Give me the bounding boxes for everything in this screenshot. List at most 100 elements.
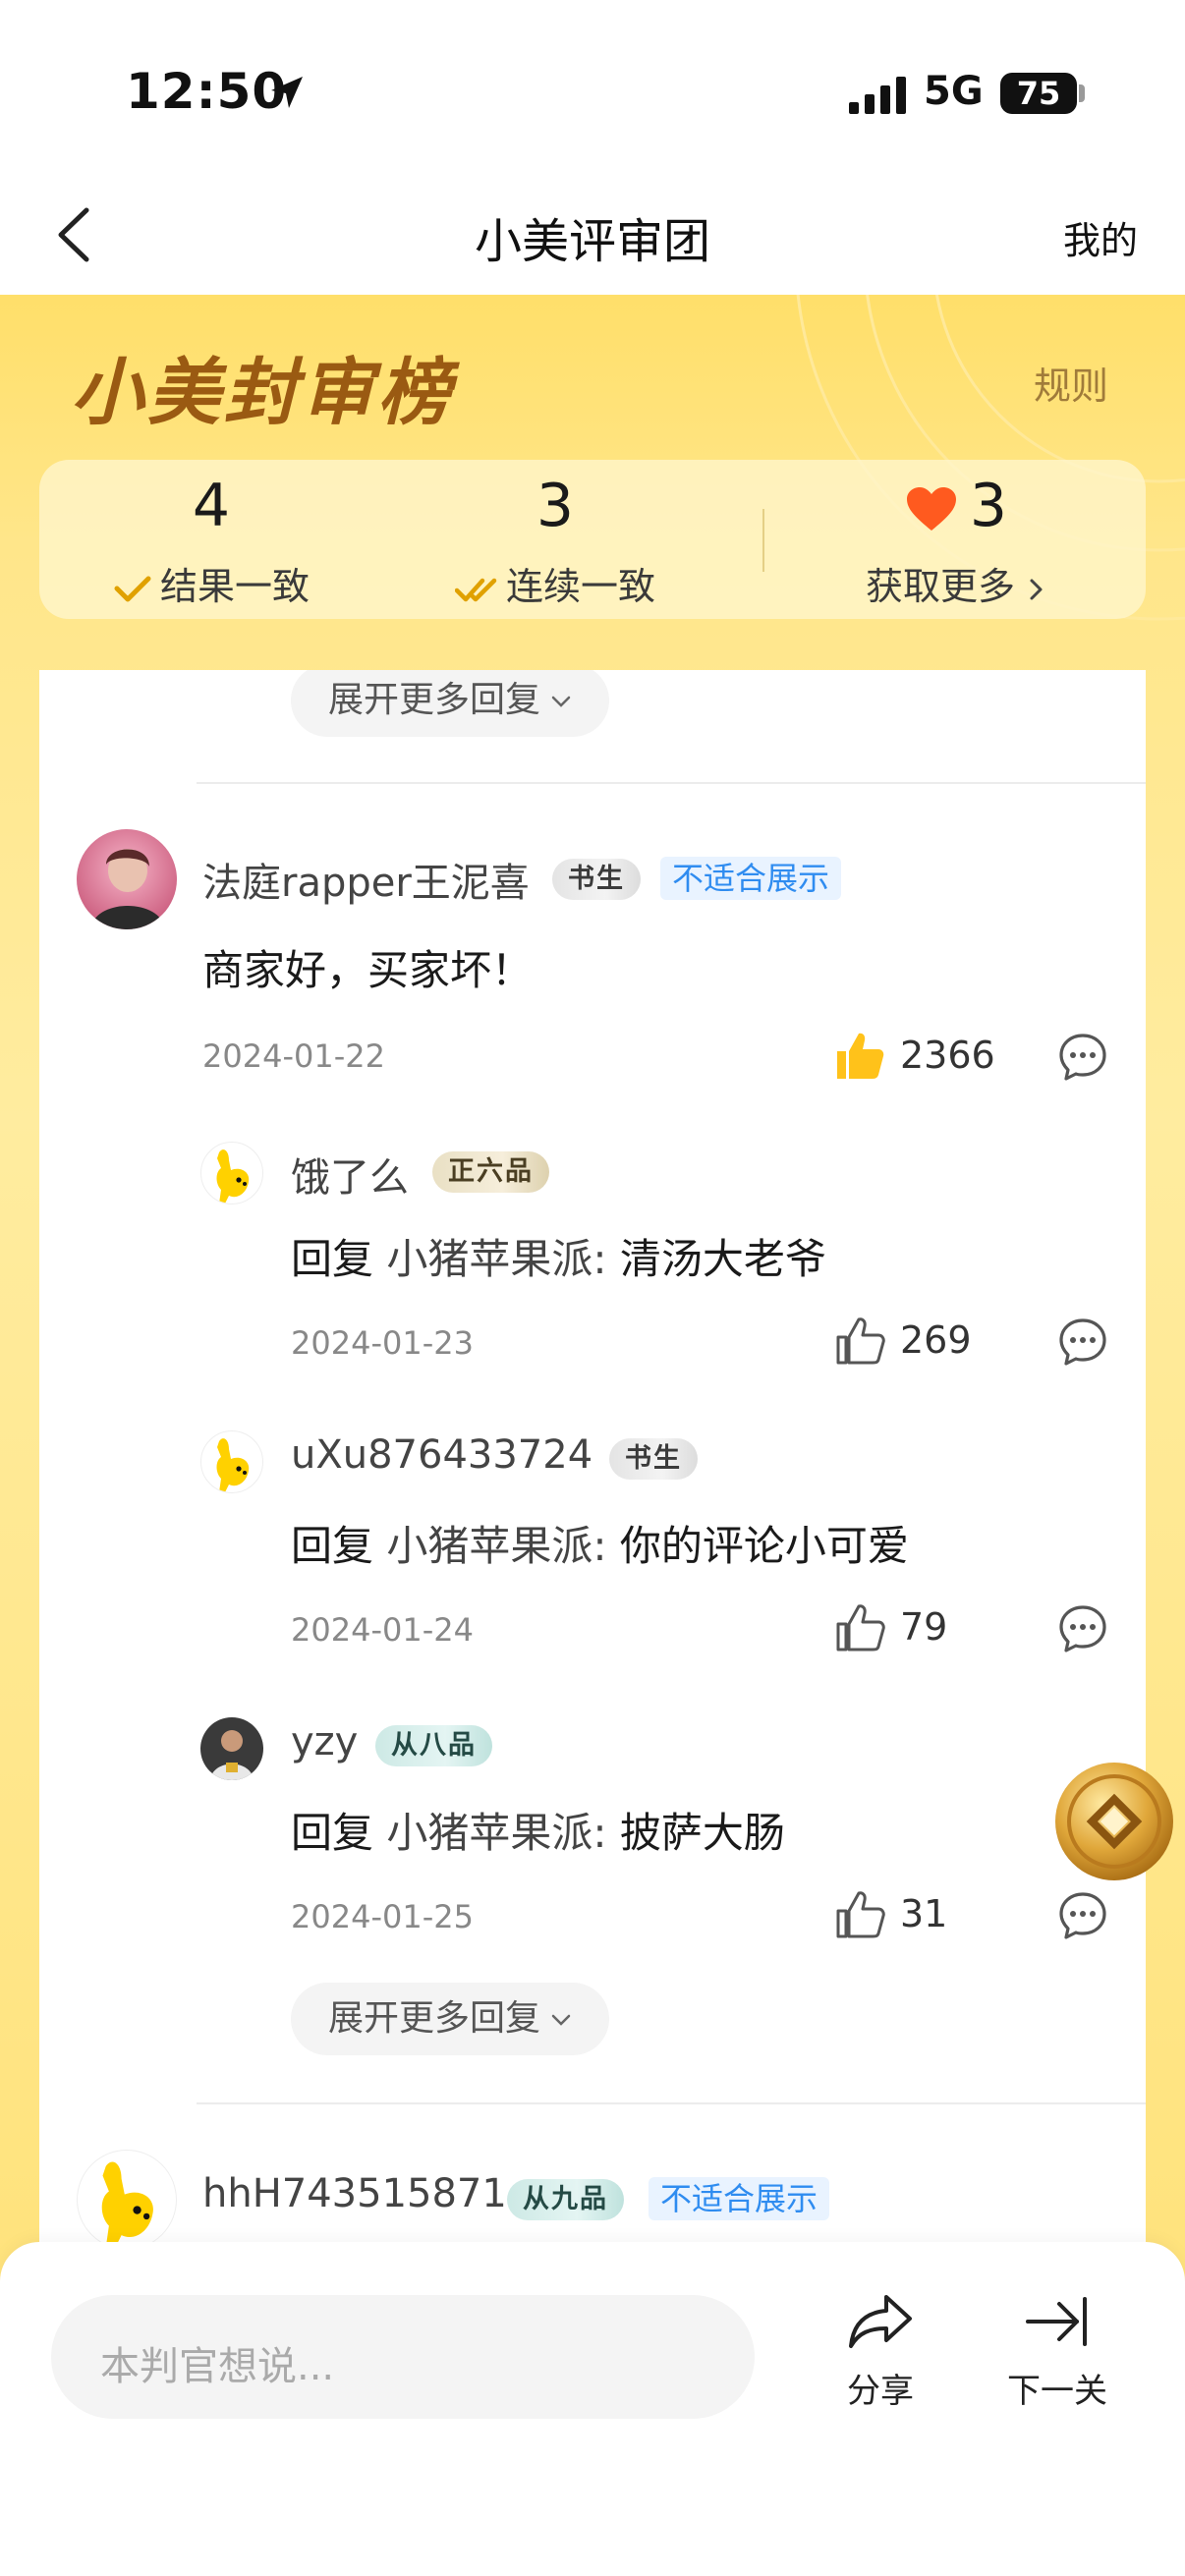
mine-link[interactable]: 我的 [1063,210,1138,264]
comment-bubble-icon[interactable] [1057,1032,1108,1083]
get-more-label: 获取更多 [865,565,1015,608]
avatar[interactable] [77,829,177,929]
reply-target[interactable]: 小猪苹果派: [386,1235,606,1283]
unfit-badge: 不适合展示 [660,857,842,900]
comment-username[interactable]: 法庭rapper王泥喜 [202,851,530,908]
reply-body: 披萨大肠 [619,1809,785,1857]
chevron-down-icon [551,696,571,707]
share-arrow-icon [849,2295,912,2348]
stat-value: 4 [192,472,231,540]
heart-icon [906,487,956,532]
reply-prefix: 回复 [291,1809,374,1857]
nav-bar: 小美评审团 我的 [0,177,1185,295]
reply-date: 2024-01-25 [291,1898,474,1935]
divider [197,2102,1146,2104]
next-level-button[interactable]: 下一关 [1000,2291,1114,2412]
rank-badge: 书生 [552,859,641,900]
reply-date: 2024-01-24 [291,1611,474,1649]
reply-target[interactable]: 小猪苹果派: [386,1522,606,1570]
stat-hearts[interactable]: 3 获取更多 [766,460,1146,619]
reply-body: 你的评论小可爱 [619,1522,909,1570]
status-time: 12:50 [126,63,288,120]
rank-badge: 正六品 [432,1151,549,1193]
reply-body: 清汤大老爷 [619,1235,826,1283]
stats-card: 4 结果一致 3 连续一致 3 获取更多 [39,460,1146,619]
like-count: 2366 [900,1034,995,1077]
comment-date: 2024-01-22 [202,1037,385,1075]
reply-text: 回复 小猪苹果派: 你的评论小可爱 [291,1513,909,1573]
unfit-badge: 不适合展示 [649,2177,830,2220]
divider [197,782,1146,784]
reply-username[interactable]: yzy [291,1719,358,1764]
user-photo [77,829,177,929]
comment-input-placeholder: 本判官想说... [100,2344,335,2389]
reply-prefix: 回复 [291,1235,374,1283]
expand-label: 展开更多回复 [328,680,541,720]
cellular-signal-icon [849,77,906,114]
stat-label: 连续一致 [505,565,655,608]
reply-date: 2024-01-23 [291,1324,474,1362]
kangaroo-mascot-icon [216,1149,250,1204]
comment-bubble-icon[interactable] [1057,1890,1108,1941]
chevron-left-icon[interactable] [47,200,106,269]
bottom-bar: 本判官想说... 分享 下一关 [0,2242,1185,2576]
kangaroo-mascot-icon [101,2161,153,2248]
reply-text: 回复 小猪苹果派: 清汤大老爷 [291,1226,826,1286]
comment-input[interactable]: 本判官想说... [51,2295,755,2419]
stat-value: 3 [536,472,575,540]
gold-coin-icon[interactable] [1051,1759,1177,1884]
next-label: 下一关 [1007,2372,1107,2411]
reply-text: 回复 小猪苹果派: 披萨大肠 [291,1800,785,1860]
stat-label-wrap: 连续一致 [383,556,727,610]
reply-target[interactable]: 小猪苹果派: [386,1809,606,1857]
comment-bubble-icon[interactable] [1057,1316,1108,1368]
check-icon [114,576,151,601]
thumbs-up-icon[interactable] [833,1888,886,1941]
rank-badge: 从八品 [375,1725,492,1766]
location-arrow-icon [271,77,303,108]
stat-result-match: 4 结果一致 [39,460,383,619]
like-count: 31 [900,1892,948,1935]
chevron-right-icon [1030,579,1043,599]
stat-label: 结果一致 [159,565,310,608]
share-button[interactable]: 分享 [831,2291,930,2412]
thumbs-up-icon[interactable] [833,1601,886,1654]
thumbs-up-icon[interactable] [833,1030,886,1083]
comment-bubble-icon[interactable] [1057,1603,1108,1654]
rules-link[interactable]: 规则 [1034,356,1108,410]
share-label: 分享 [847,2372,914,2411]
reply-prefix: 回复 [291,1522,374,1570]
avatar[interactable] [77,2150,177,2250]
avatar[interactable] [200,1142,263,1204]
thumbs-up-icon[interactable] [833,1315,886,1368]
brand-title: 小美封审榜 [71,351,454,435]
stat-consecutive-match: 3 连续一致 [383,460,727,619]
avatar[interactable] [200,1430,263,1493]
comment-username[interactable]: hhH743515871 [202,2171,507,2216]
user-photo [200,1717,263,1780]
heart-count: 3 [969,472,1008,540]
expand-label: 展开更多回复 [328,1998,541,2039]
heart-value-wrap: 3 [766,472,1146,540]
like-count: 269 [900,1318,972,1362]
battery-tail [1079,84,1085,102]
stat-divider [762,509,764,572]
stat-label-wrap: 结果一致 [39,556,383,610]
status-bar: 12:50 5G 75 [0,0,1185,177]
expand-more-replies-button[interactable]: 展开更多回复 [291,1983,610,2055]
reply-username[interactable]: uXu876433724 [291,1432,592,1478]
double-check-icon [454,578,497,601]
battery-level: 75 [1016,75,1061,112]
comments-panel: 展开更多回复 法庭rapper王泥喜 书生 不适合展示 商家好，买家坏！ 202… [39,670,1146,2340]
rank-badge: 从九品 [507,2179,624,2220]
rank-badge: 书生 [609,1438,698,1480]
page-title: 小美评审团 [474,214,710,269]
stat-label-wrap: 获取更多 [766,556,1146,610]
chevron-down-icon [551,2014,571,2026]
avatar[interactable] [200,1717,263,1780]
comment-text: 商家好，买家坏！ [202,946,534,994]
reply-username[interactable]: 饿了么 [291,1146,409,1203]
kangaroo-mascot-icon [216,1438,250,1492]
skip-to-end-icon [1026,2297,1087,2346]
expand-more-replies-button[interactable]: 展开更多回复 [291,670,610,737]
